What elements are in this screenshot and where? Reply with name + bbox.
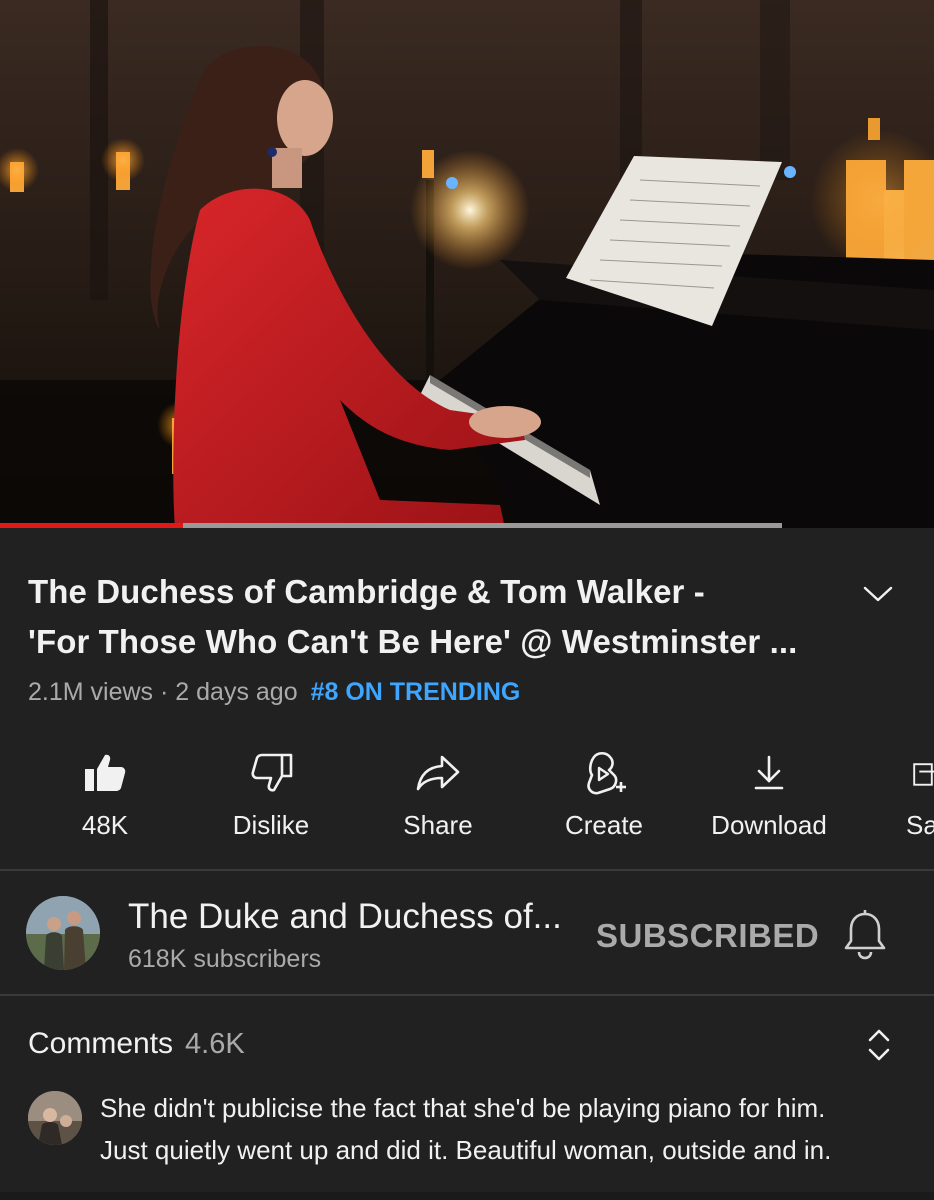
upload-age: 2 days ago	[175, 678, 298, 706]
video-title-line-1: The Duchess of Cambridge & Tom Walker -	[28, 573, 705, 610]
create-label: Create	[564, 810, 644, 840]
save-icon	[913, 763, 934, 786]
bell-icon	[844, 910, 886, 960]
download-button[interactable]: Download	[686, 740, 852, 850]
video-player[interactable]	[0, 0, 934, 528]
commenter-avatar[interactable]	[28, 1091, 82, 1145]
comments-label: Comments	[28, 1027, 174, 1060]
progress-bar[interactable]	[0, 523, 782, 528]
notification-bell-button[interactable]	[842, 908, 888, 960]
save-label: Sa	[906, 810, 934, 840]
create-icon	[587, 751, 626, 795]
channel-avatar-image	[26, 896, 100, 970]
video-frame	[0, 0, 934, 528]
video-title-line-2: 'For Those Who Can't Be Here' @ Westmins…	[28, 623, 798, 660]
dislike-icon	[251, 753, 293, 792]
bottom-edge	[0, 1192, 934, 1200]
top-comment-line-1: She didn't publicise the fact that she'd…	[100, 1093, 826, 1123]
create-button[interactable]: Create	[521, 740, 687, 850]
view-count: 2.1M views	[28, 678, 154, 706]
share-label: Share	[403, 810, 473, 840]
action-bar: 48K Dislike Share Create Download Sa	[0, 740, 934, 850]
dislike-label: Dislike	[232, 810, 310, 840]
share-button[interactable]: Share	[355, 740, 521, 850]
share-icon	[416, 755, 460, 791]
channel-avatar[interactable]	[26, 896, 100, 970]
video-title[interactable]: The Duchess of Cambridge & Tom Walker - …	[28, 567, 828, 667]
save-button[interactable]: Sa	[852, 740, 934, 850]
like-button[interactable]: 48K	[22, 740, 188, 850]
trending-link[interactable]: #8 ON TRENDING	[311, 678, 521, 706]
download-label: Download	[711, 810, 827, 840]
like-icon	[85, 754, 126, 791]
progress-played	[0, 523, 183, 528]
video-meta: 2.1M views · 2 days ago #8 ON TRENDING	[28, 676, 520, 708]
comments-count: 4.6K	[185, 1028, 245, 1060]
channel-name[interactable]: The Duke and Duchess of...	[128, 895, 562, 939]
subscriber-count: 618K subscribers	[128, 945, 322, 973]
expand-comments-button[interactable]	[860, 1024, 898, 1066]
like-count: 48K	[81, 810, 129, 840]
commenter-avatar-image	[28, 1091, 82, 1145]
chevron-down-icon	[863, 586, 893, 602]
download-icon	[754, 755, 784, 790]
divider	[0, 994, 934, 996]
unfold-icon	[868, 1029, 890, 1061]
top-comment-line-2: Just quietly went up and did it. Beautif…	[100, 1135, 832, 1165]
comments-header[interactable]: Comments 4.6K	[28, 1024, 245, 1064]
expand-description-button[interactable]	[858, 574, 898, 614]
meta-separator: ·	[160, 678, 169, 706]
top-comment-text: She didn't publicise the fact that she'd…	[100, 1087, 920, 1171]
subscribed-button[interactable]: SUBSCRIBED	[596, 914, 819, 958]
dislike-button[interactable]: Dislike	[188, 740, 354, 850]
divider	[0, 869, 934, 871]
